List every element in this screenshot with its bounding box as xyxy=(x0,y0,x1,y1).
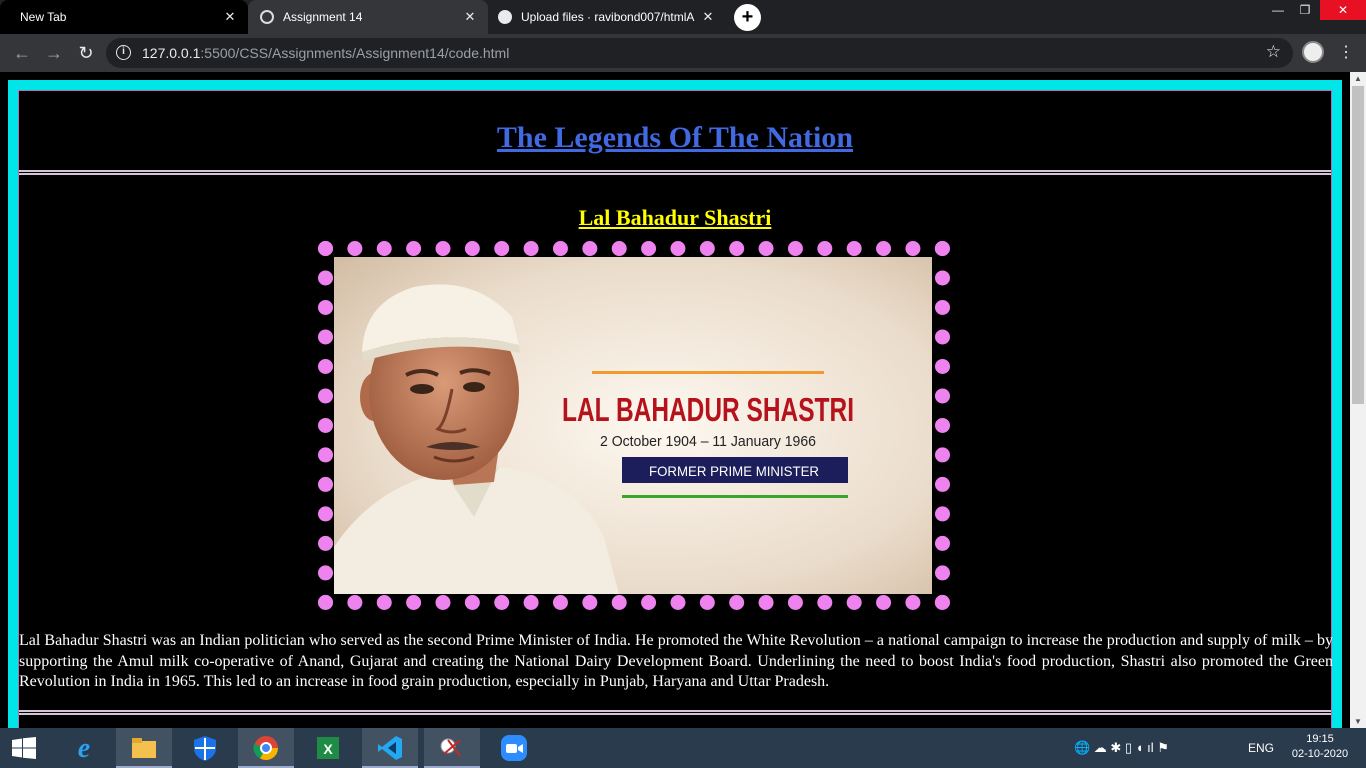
tab-title: Upload files · ravibond007/htmlA xyxy=(521,10,695,24)
vscode-icon[interactable] xyxy=(362,728,418,768)
scroll-up-arrow-icon[interactable]: ▲ xyxy=(1354,74,1362,83)
chrome-icon[interactable] xyxy=(238,728,294,768)
page-frame: The Legends Of The Nation Lal Bahadur Sh… xyxy=(8,80,1342,728)
zoom-glyph xyxy=(501,735,527,761)
portrait-role-text: FORMER PRIME MINISTER xyxy=(649,463,819,479)
new-tab-button[interactable]: + xyxy=(734,4,761,31)
language-indicator[interactable]: ENG xyxy=(1248,728,1274,768)
tab-title: Assignment 14 xyxy=(283,10,363,24)
globe-icon xyxy=(260,10,274,24)
file-explorer-icon[interactable] xyxy=(116,728,172,768)
clock-time: 19:15 xyxy=(1306,733,1334,745)
menu-icon[interactable]: ⋮ xyxy=(1338,42,1354,62)
page-title: The Legends Of The Nation xyxy=(496,121,854,154)
taskbar: e X 🌐 ☁ ✱ ▯ ◖ ıl ⚑ ENG 19:15 02-10-2020 xyxy=(0,728,1366,768)
tray-icons[interactable]: 🌐 ☁ ✱ ▯ ◖ ıl ⚑ xyxy=(1074,728,1169,768)
url-text: 127.0.0.1:5500/CSS/Assignments/Assignmen… xyxy=(142,45,509,61)
divider xyxy=(19,710,1331,715)
tab-upload-files[interactable]: Upload files · ravibond007/htmlA ✕ xyxy=(488,0,726,34)
url-host: 127.0.0.1 xyxy=(142,45,201,61)
page-frame-inner: The Legends Of The Nation Lal Bahadur Sh… xyxy=(18,90,1333,728)
info-icon[interactable]: i xyxy=(116,45,131,60)
svg-text:e: e xyxy=(78,734,90,762)
windows-defender-icon[interactable] xyxy=(177,728,233,768)
tab-assignment-14[interactable]: Assignment 14 ✕ xyxy=(248,0,488,34)
zoom-icon[interactable] xyxy=(486,728,542,768)
profile-avatar[interactable] xyxy=(1302,41,1324,63)
browser-toolbar: ← → ↻ i 127.0.0.1:5500/CSS/Assignments/A… xyxy=(0,34,1366,72)
tab-close-icon[interactable]: ✕ xyxy=(700,9,716,25)
portrait-illustration: LAL BAHADUR SHASTRI 2 October 1904 – 11 … xyxy=(334,257,932,594)
url-path: :5500/CSS/Assignments/Assignment14/code.… xyxy=(200,45,510,61)
portrait-dotted-border: LAL BAHADUR SHASTRI 2 October 1904 – 11 … xyxy=(318,241,950,610)
shield-glyph xyxy=(194,736,216,761)
github-icon xyxy=(498,10,512,24)
vscode-glyph xyxy=(378,736,402,760)
tab-new-tab[interactable]: New Tab ✕ xyxy=(0,0,248,34)
tab-close-icon[interactable]: ✕ xyxy=(222,9,238,25)
ie-glyph: e xyxy=(78,734,90,762)
page-viewport: The Legends Of The Nation Lal Bahadur Sh… xyxy=(0,72,1350,728)
bookmark-star-icon[interactable]: ☆ xyxy=(1266,42,1281,62)
forward-arrow-icon[interactable]: → xyxy=(42,41,66,65)
system-clock[interactable]: 19:15 02-10-2020 xyxy=(1290,732,1350,762)
excel-icon[interactable]: X xyxy=(300,728,356,768)
scrollbar-thumb[interactable] xyxy=(1352,86,1364,404)
divider xyxy=(19,170,1331,175)
portrait-dates-text: 2 October 1904 – 11 January 1966 xyxy=(600,433,816,450)
tab-title: New Tab xyxy=(20,10,67,24)
vertical-scrollbar[interactable]: ▲ ▼ xyxy=(1350,72,1366,728)
excel-glyph: X xyxy=(317,737,339,759)
address-bar[interactable]: i 127.0.0.1:5500/CSS/Assignments/Assignm… xyxy=(106,38,1293,68)
portrait-image: LAL BAHADUR SHASTRI 2 October 1904 – 11 … xyxy=(334,257,932,594)
svg-text:X: X xyxy=(323,741,333,757)
minimize-button[interactable]: — xyxy=(1266,0,1290,20)
reload-icon[interactable]: ↻ xyxy=(74,41,98,65)
portrait-name-text: LAL BAHADUR SHASTRI xyxy=(562,391,854,428)
biography-paragraph: Lal Bahadur Shastri was an Indian politi… xyxy=(19,632,1333,690)
section-title: Lal Bahadur Shastri xyxy=(578,205,772,230)
clock-date: 02-10-2020 xyxy=(1291,748,1349,760)
scissors-glyph xyxy=(440,738,461,757)
start-button[interactable] xyxy=(0,728,48,768)
chrome-glyph xyxy=(253,736,278,761)
scroll-down-arrow-icon[interactable]: ▼ xyxy=(1354,717,1362,726)
maximize-button[interactable]: ❐ xyxy=(1293,0,1317,20)
windows-logo-icon xyxy=(12,737,36,759)
back-arrow-icon[interactable]: ← xyxy=(10,41,34,65)
folder-glyph xyxy=(132,738,156,758)
internet-explorer-icon[interactable]: e xyxy=(56,728,112,768)
close-window-button[interactable]: ✕ xyxy=(1320,0,1366,20)
tab-close-icon[interactable]: ✕ xyxy=(462,9,478,25)
tab-bar: New Tab ✕ Assignment 14 ✕ Upload files ·… xyxy=(0,0,1366,34)
snipping-tool-icon[interactable] xyxy=(424,728,480,768)
